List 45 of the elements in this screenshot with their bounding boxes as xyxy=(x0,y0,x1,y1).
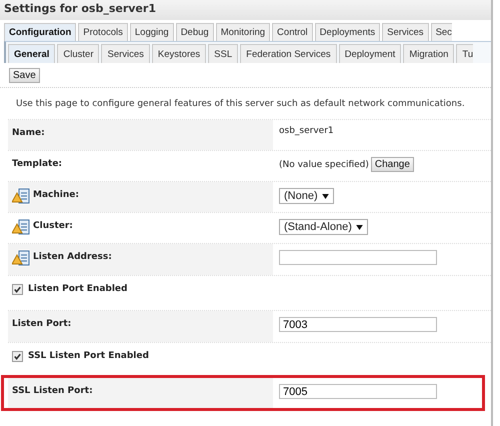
field-label: SSL Listen Port: xyxy=(12,386,93,396)
field-label: Machine: xyxy=(33,190,79,200)
field-label: Listen Port: xyxy=(12,319,72,329)
field-value: (No value specified) xyxy=(279,160,369,170)
input-field[interactable]: 7003 xyxy=(279,317,437,332)
page-title: Settings for osb_server1 xyxy=(0,0,491,20)
tab[interactable]: Configuration xyxy=(4,23,76,41)
subtab[interactable]: Migration xyxy=(403,44,454,63)
dropdown[interactable]: (Stand-Alone) xyxy=(279,219,368,235)
tab[interactable]: Control xyxy=(272,23,313,41)
subtab[interactable]: Cluster xyxy=(57,44,100,63)
checkbox[interactable] xyxy=(12,284,23,295)
field-label: SSL Listen Port Enabled xyxy=(28,351,149,361)
subtab[interactable]: Federation Services xyxy=(240,44,337,63)
subtab[interactable]: Services xyxy=(101,44,150,63)
input-field[interactable]: 7005 xyxy=(279,384,437,399)
field-label: Name: xyxy=(12,128,45,138)
warning-config-icon xyxy=(12,250,30,266)
caret-icon xyxy=(322,194,329,198)
subtab[interactable]: General xyxy=(8,44,56,63)
tab[interactable]: Monitoring xyxy=(216,23,270,41)
subtab[interactable]: SSL xyxy=(208,44,238,63)
caret-icon xyxy=(356,224,363,230)
page-description: Use this page to configure general features of this server such as default network communications. xyxy=(15,98,466,111)
subtab[interactable]: Deployment xyxy=(338,44,402,63)
dropdown[interactable]: (None) xyxy=(279,188,334,204)
checkbox[interactable] xyxy=(12,351,23,362)
subtab[interactable]: Tu xyxy=(456,44,474,63)
tab[interactable]: Protocols xyxy=(78,23,128,41)
tab[interactable]: Logging xyxy=(130,23,174,41)
warning-config-icon xyxy=(12,188,30,204)
tab[interactable]: Sec xyxy=(430,23,452,41)
input-field[interactable] xyxy=(279,250,437,265)
field-value: osb_server1 xyxy=(279,126,334,136)
subtab[interactable]: Keystores xyxy=(152,44,206,63)
field-label: Template: xyxy=(12,159,62,169)
change-button[interactable]: Change xyxy=(370,157,414,172)
field-label: Listen Address: xyxy=(33,252,112,262)
tab[interactable]: Services xyxy=(382,23,429,41)
warning-config-icon xyxy=(12,219,30,235)
save-button[interactable]: Save xyxy=(9,68,40,83)
field-label: Listen Port Enabled xyxy=(28,284,128,294)
tab[interactable]: Debug xyxy=(176,23,214,41)
tab[interactable]: Deployments xyxy=(314,23,380,41)
field-label: Cluster: xyxy=(33,221,73,231)
